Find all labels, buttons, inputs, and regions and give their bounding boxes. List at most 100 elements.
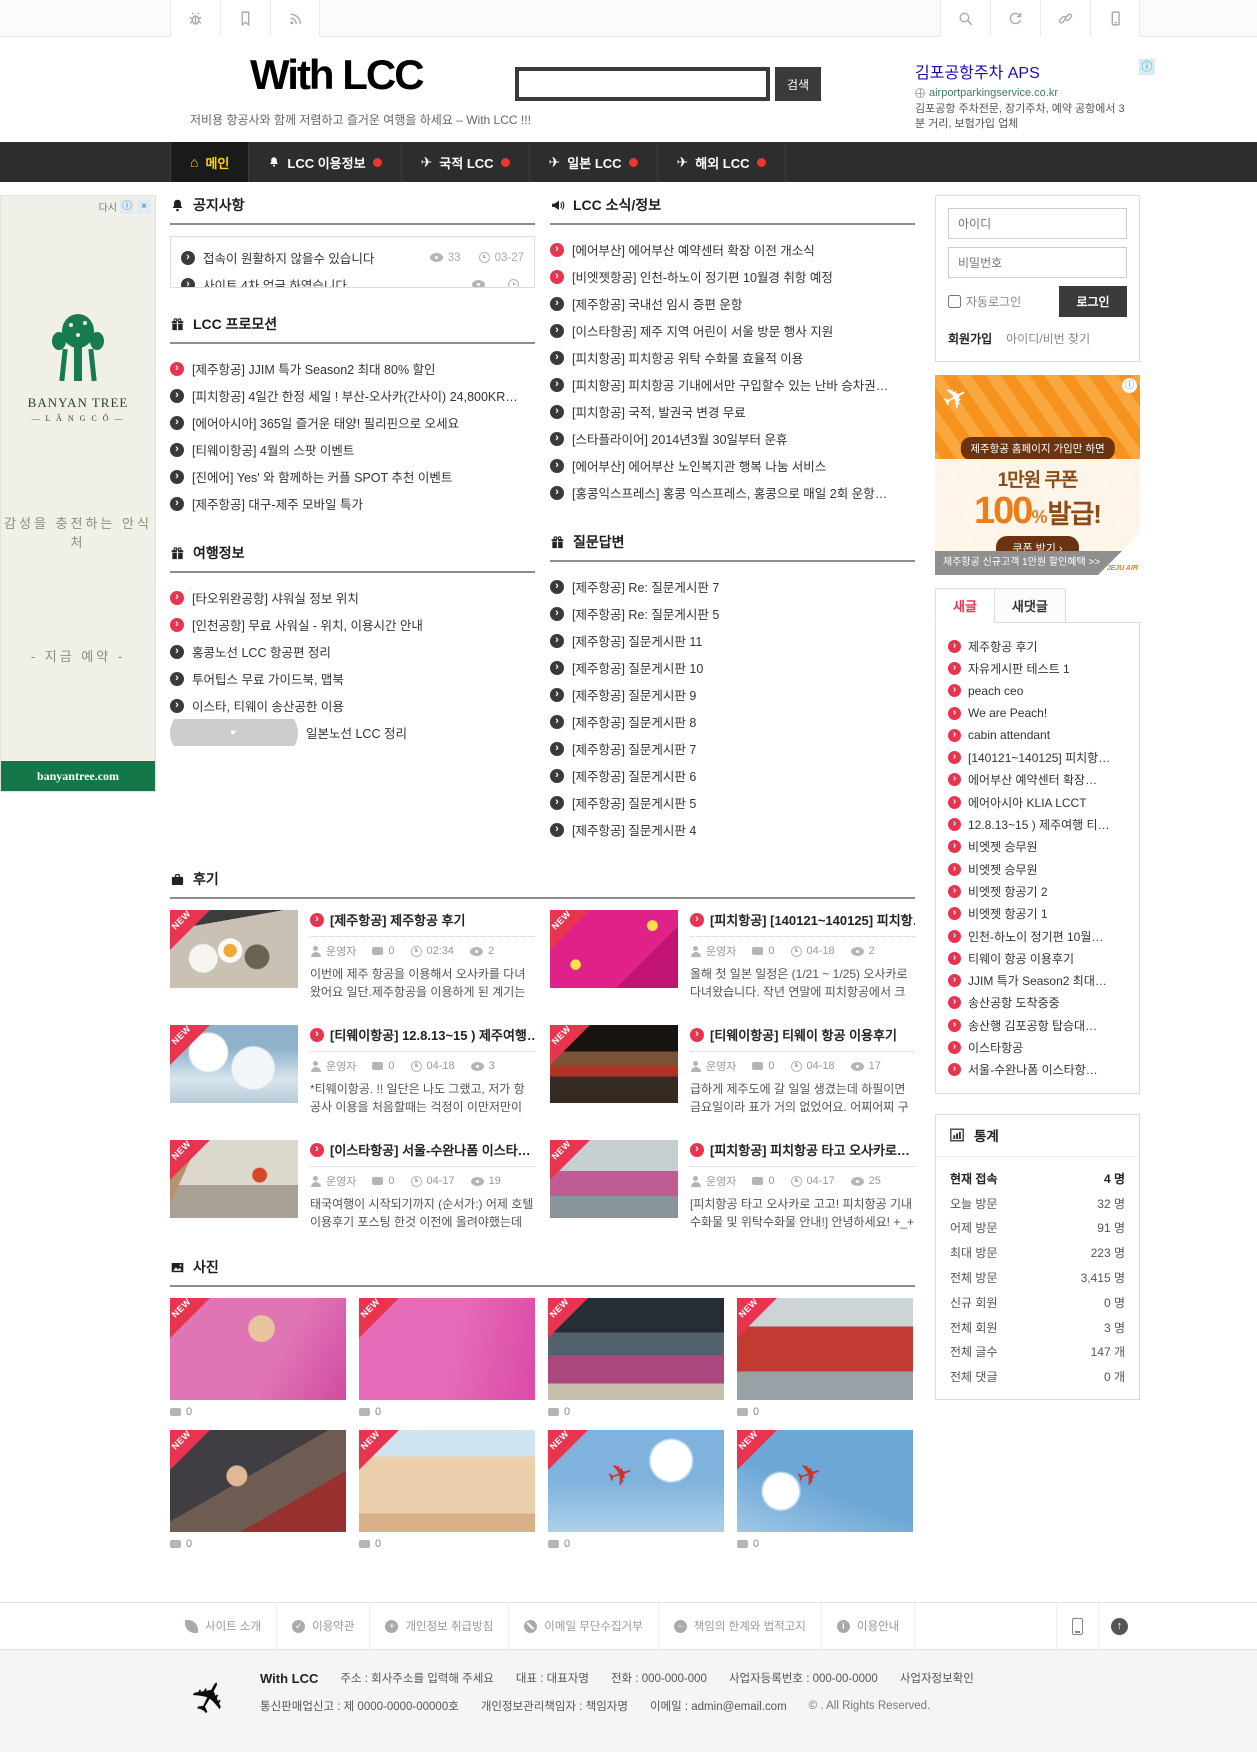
nav-item-overseas-lcc[interactable]: ✈ 해외 LCC	[658, 142, 786, 182]
review-card[interactable]: NEW [제주항공] 제주항공 후기 운영자 0	[170, 910, 535, 1001]
jeju-air-ad[interactable]: ✈ ⓘ 제주항공 홈페이지 가입만 하면 1만원 쿠폰 100%발급! 쿠폰 받…	[935, 375, 1140, 575]
review-title[interactable]: [이스타항공] 서울-수완나폼 이스타…	[310, 1140, 535, 1159]
list-item[interactable]: [제주항공] 국내선 임시 증편 운항	[550, 290, 915, 317]
nav-item-domestic-lcc[interactable]: ✈ 국적 LCC	[402, 142, 530, 182]
notice-item[interactable]: 사이트 4차 업글 하였습니다	[181, 271, 524, 288]
photo-item[interactable]: NEW 0	[548, 1298, 724, 1418]
review-title[interactable]: [티웨이항공] 티웨이 항공 이용후기	[690, 1025, 915, 1044]
list-item[interactable]: [140121~140125] 피치항…	[948, 746, 1127, 768]
list-item[interactable]: 비엣젯 승무원	[948, 836, 1127, 858]
list-item[interactable]: [에어아시아] 365일 즐거운 태양! 필리핀으로 오세요	[170, 409, 535, 436]
review-card[interactable]: NEW [티웨이항공] 12.8.13~15 ) 제주여행… 운영자	[170, 1025, 535, 1116]
ad-again-label[interactable]: 다시	[99, 199, 117, 214]
footer-menu-item[interactable]: 책임의 한계와 법적고지	[659, 1603, 822, 1649]
list-item[interactable]: [피치항공] 피치항공 기내에서만 구입할수 있는 난바 승차권…	[550, 371, 915, 398]
list-item[interactable]: [에어부산] 에어부산 노인복지관 행복 나눔 서비스	[550, 452, 915, 479]
mobile-icon[interactable]	[1090, 0, 1140, 37]
list-item[interactable]: [제주항공] 질문게시판 11	[550, 627, 915, 654]
list-item[interactable]: [피치항공] 피치항공 위탁 수화물 효율적 이용	[550, 344, 915, 371]
list-item[interactable]: 제주항공 후기	[948, 635, 1127, 657]
nav-item-japan-lcc[interactable]: ✈ 일본 LCC	[530, 142, 658, 182]
search-button[interactable]: 검색	[775, 67, 821, 101]
list-item[interactable]: 송산공항 도착중중	[948, 992, 1127, 1014]
signup-link[interactable]: 회원가입	[948, 330, 992, 347]
tab-new-posts[interactable]: 새글	[935, 588, 995, 623]
list-item[interactable]: [티웨이항공] 4월의 스팟 이벤트	[170, 436, 535, 463]
banyan-tree-ad[interactable]: 다시 ⓘ × BANYAN TREE — L Ă N G C Ô —	[0, 195, 156, 792]
list-item[interactable]: [스타플라이어] 2014년3월 30일부터 운휴	[550, 425, 915, 452]
list-item[interactable]: [제주항공] 질문게시판 10	[550, 654, 915, 681]
list-item[interactable]: 비엣젯 승무원	[948, 858, 1127, 880]
list-item[interactable]: 비엣젯 항공기 2	[948, 880, 1127, 902]
list-item[interactable]: [제주항공] 대구-제주 모바일 특가	[170, 490, 535, 517]
review-title[interactable]: [피치항공] 피치항공 타고 오사카로…	[690, 1140, 915, 1159]
list-item[interactable]: 인천-하노이 정기편 10월…	[948, 925, 1127, 947]
list-item[interactable]: [제주항공] JJIM 특가 Season2 최대 80% 할인	[170, 355, 535, 382]
list-item[interactable]: JJIM 특가 Season2 최대…	[948, 969, 1127, 991]
site-logo[interactable]: With LCC	[250, 51, 423, 99]
list-item[interactable]: [에어부산] 에어부산 예약센터 확장 이전 개소식	[550, 236, 915, 263]
nav-item-main[interactable]: ⌂ 메인	[170, 142, 249, 182]
find-id-password-link[interactable]: 아이디/비번 찾기	[1006, 330, 1090, 347]
ad-info-icon[interactable]: ⓘ	[1122, 378, 1137, 393]
list-item[interactable]: [홍콩익스프레스] 홍콩 익스프레스, 홍콩으로 매일 2회 운항…	[550, 479, 915, 506]
footer-menu-item[interactable]: 이용안내	[822, 1603, 915, 1649]
banyan-cta[interactable]: - 지금 예약 -	[1, 646, 155, 665]
list-item[interactable]: cabin attendant	[948, 724, 1127, 746]
review-card[interactable]: NEW [이스타항공] 서울-수완나폼 이스타… 운영자	[170, 1140, 535, 1231]
list-item[interactable]: [제주항공] 질문게시판 6	[550, 762, 915, 789]
search-input[interactable]	[515, 67, 770, 101]
list-item[interactable]: 비엣젯 항공기 1	[948, 903, 1127, 925]
header-ad-title[interactable]: 김포공항주차 APS	[915, 59, 1155, 83]
header-ad[interactable]: 김포공항주차 APS airportparkingservice.co.kr 김…	[915, 59, 1155, 132]
list-item[interactable]: 홍콩노선 LCC 항공편 정리	[170, 638, 535, 665]
photo-item[interactable]: NEW 0	[737, 1298, 913, 1418]
list-item[interactable]: [이스타항공] 제주 지역 어린이 서울 방문 행사 지원	[550, 317, 915, 344]
review-card[interactable]: NEW [티웨이항공] 티웨이 항공 이용후기 운영자 0	[550, 1025, 915, 1116]
login-id-input[interactable]	[948, 208, 1127, 239]
photo-item[interactable]: NEW 0	[170, 1430, 346, 1550]
notice-item[interactable]: 접속이 원활하지 않을수 있습니다 33 03-27	[181, 244, 524, 271]
ad-info-icon[interactable]: ⓘ	[1139, 59, 1155, 75]
bookmark-icon[interactable]	[220, 0, 270, 37]
ad-close-icon[interactable]: ×	[137, 200, 151, 214]
list-item[interactable]: 에어아시아 KLIA LCCT	[948, 791, 1127, 813]
list-item[interactable]: 투어팁스 무료 가이드북, 맵북	[170, 665, 535, 692]
review-card[interactable]: NEW [피치항공] 피치항공 타고 오사카로… 운영자	[550, 1140, 915, 1231]
login-password-input[interactable]	[948, 247, 1127, 278]
list-item[interactable]: [비엣젯항공] 인천-하노이 정기편 10월경 취항 예정	[550, 263, 915, 290]
list-item[interactable]: 일본노선 LCC 정리	[170, 719, 535, 746]
mobile-view-button[interactable]	[1056, 1603, 1098, 1649]
list-item[interactable]: 티웨이 항공 이용후기	[948, 947, 1127, 969]
list-item[interactable]: [피치항공] 국적, 발권국 변경 무료	[550, 398, 915, 425]
link-icon[interactable]	[1040, 0, 1090, 37]
refresh-icon[interactable]	[990, 0, 1040, 37]
review-title[interactable]: [제주항공] 제주항공 후기	[310, 910, 535, 929]
bug-icon[interactable]	[170, 0, 220, 37]
list-item[interactable]: 송산행 김포공항 탑승대…	[948, 1014, 1127, 1036]
list-item[interactable]: [제주항공] 질문게시판 5	[550, 789, 915, 816]
photo-item[interactable]: NEW 0	[170, 1298, 346, 1418]
nav-item-lcc-info[interactable]: LCC 이용정보	[249, 142, 401, 182]
list-item[interactable]: [제주항공] 질문게시판 8	[550, 708, 915, 735]
rss-icon[interactable]	[270, 0, 320, 37]
list-item[interactable]: peach ceo	[948, 680, 1127, 702]
photo-item[interactable]: NEW 0	[737, 1430, 913, 1550]
review-card[interactable]: NEW [피치항공] [140121~140125] 피치항… 운영자	[550, 910, 915, 1001]
list-item[interactable]: 이스타, 티웨이 송산공한 이용	[170, 692, 535, 719]
ad-info-icon[interactable]: ⓘ	[120, 200, 134, 214]
footer-menu-item[interactable]: 사이트 소개	[170, 1603, 277, 1649]
auto-login-checkbox[interactable]	[948, 295, 961, 308]
list-item[interactable]: 자유게시판 테스트 1	[948, 657, 1127, 679]
list-item[interactable]: [인천공항] 무료 사워실 - 위치, 이용시간 안내	[170, 611, 535, 638]
list-item[interactable]: [제주항공] 질문게시판 7	[550, 735, 915, 762]
footer-menu-item[interactable]: 이메일 무단수집거부	[509, 1603, 658, 1649]
list-item[interactable]: 에어부산 예약센터 확장…	[948, 769, 1127, 791]
tab-new-comments[interactable]: 새댓글	[994, 588, 1066, 623]
footer-bizcheck-link[interactable]: 사업자정보확인	[900, 1670, 974, 1686]
scroll-top-button[interactable]: ↑	[1098, 1603, 1140, 1649]
photo-item[interactable]: NEW 0	[548, 1430, 724, 1550]
photo-item[interactable]: NEW 0	[359, 1298, 535, 1418]
search-icon[interactable]	[940, 0, 990, 37]
footer-menu-item[interactable]: 개인정보 취급방침	[370, 1603, 509, 1649]
